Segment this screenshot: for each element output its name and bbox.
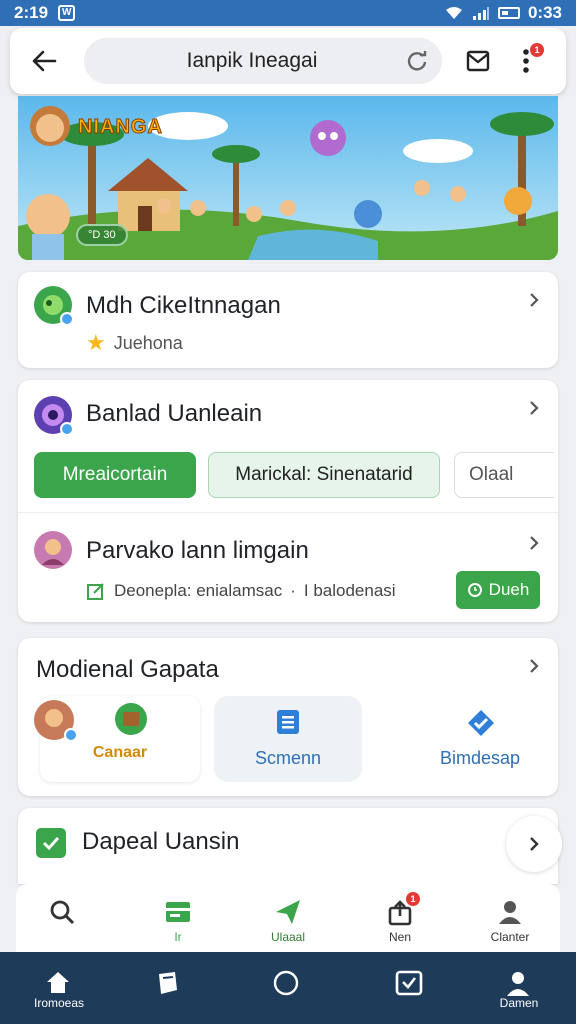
- profile-icon: [507, 972, 529, 996]
- chevron-right-icon: [530, 837, 539, 851]
- subrow-meta-right: I balodenasi: [303, 581, 396, 600]
- card-first-subtitle: Juehona: [113, 332, 183, 353]
- status-app-badge: W: [58, 5, 76, 21]
- nav-profile-label: Damen: [499, 996, 539, 1010]
- tab-clanter-label: Clanter: [490, 930, 530, 944]
- filter-button-tertiary[interactable]: Olaal: [454, 452, 554, 498]
- nav-inbox[interactable]: [354, 952, 464, 1024]
- hero-banner[interactable]: NIANGA °D 30: [18, 96, 558, 260]
- status-bar: 2:19 W 0:33: [0, 0, 576, 26]
- nav-circle[interactable]: [232, 952, 342, 1024]
- url-text: Ianpik Ineagai: [186, 49, 318, 72]
- browser-toolbar: Ianpik Ineagai 1: [10, 28, 566, 94]
- more-vert-icon: [523, 49, 529, 73]
- tab-clanter[interactable]: Clanter: [460, 884, 560, 952]
- shortcut-scmenn-label: Scmenn: [254, 748, 322, 768]
- battery-icon: [497, 7, 520, 19]
- nav-home-label: Iromoeas: [33, 996, 85, 1010]
- signal-icon: [472, 7, 489, 20]
- mini-badge-icon: [60, 312, 74, 326]
- plane-icon: [276, 900, 300, 924]
- inbox-icon: [395, 970, 423, 996]
- filter-button-secondary[interactable]: Marickal: Sinenatarid: [208, 452, 440, 498]
- tab-ir-label: Ir: [174, 930, 182, 944]
- tab-nen-badge: 1: [406, 892, 420, 906]
- status-time-right: 0:33: [527, 3, 562, 22]
- subrow-meta: Deonepla: enialamsac · I balodenasi: [86, 581, 396, 601]
- shortcut-scmenn[interactable]: Scmenn: [214, 696, 362, 782]
- check-diamond-icon: [468, 710, 494, 736]
- clock-icon: [467, 583, 482, 597]
- hero-chip[interactable]: °D 30: [76, 224, 128, 246]
- tabs-button[interactable]: [458, 41, 498, 81]
- card-second: Banlad Uanleain Mreaicortain Marickal: S…: [18, 380, 558, 622]
- hero-title: NIANGA: [78, 116, 163, 139]
- filter-button-primary[interactable]: Mreaicortain: [34, 452, 196, 498]
- subrow-title: Parvako lann limgain: [86, 537, 309, 564]
- chevron-right-icon[interactable]: [526, 400, 542, 416]
- search-icon: [50, 900, 75, 925]
- tab-nen[interactable]: 1 Nen: [350, 884, 450, 952]
- card-third: Modienal Gapata Canaar Scmenn Bimdesap: [18, 638, 558, 796]
- avatar: [34, 531, 72, 569]
- address-bar[interactable]: Ianpik Ineagai: [84, 38, 442, 84]
- card-second-title[interactable]: Banlad Uanleain: [86, 400, 262, 428]
- mini-badge-icon: [64, 728, 78, 742]
- bottom-tab-strip: Ir Ulaaal 1 Nen Clanter: [16, 884, 560, 952]
- filter-secondary-label: Marickal: Sinenatarid: [235, 464, 413, 485]
- card-fourth-title: Dapeal Uansin: [82, 828, 240, 855]
- subrow-meta-left: Deonepla: enialamsac: [114, 581, 283, 600]
- checkbox-icon: [36, 828, 66, 858]
- mini-badge-icon: [60, 422, 74, 436]
- shortcut-bimdesap[interactable]: Bimdesap: [410, 696, 550, 782]
- document-icon: [277, 710, 299, 734]
- nav-home[interactable]: Iromoeas: [4, 952, 114, 1024]
- tab-nen-label: Nen: [388, 930, 411, 944]
- mail-frame-icon: [466, 50, 490, 72]
- chevron-right-icon: [530, 536, 539, 550]
- tab-search[interactable]: [12, 884, 112, 952]
- due-button-label: Dueh: [488, 580, 530, 599]
- crate-icon: [115, 703, 147, 735]
- chevron-right-icon: [530, 293, 539, 307]
- orb-app-icon: [34, 396, 74, 436]
- wifi-icon: [445, 7, 462, 19]
- card-first-title: Mdh CikeItnnagan: [86, 292, 281, 319]
- chevron-right-icon[interactable]: [526, 658, 542, 674]
- reload-icon[interactable]: [406, 50, 428, 72]
- person-icon: [499, 901, 521, 924]
- card-second-subrow[interactable]: Parvako lann limgain Deonepla: enialamsa…: [18, 512, 558, 622]
- game-app-icon: [34, 286, 74, 326]
- overflow-menu-button[interactable]: 1: [506, 41, 546, 81]
- tab-ulaaal[interactable]: Ulaaal: [238, 884, 338, 952]
- arrow-left-icon: [32, 50, 57, 72]
- shortcut-canaar-label: Canaar: [92, 744, 148, 761]
- tab-ulaaal-label: Ulaaal: [270, 930, 306, 944]
- avatar: [34, 700, 78, 742]
- card-first-subtitle-row: ★ Juehona: [86, 330, 183, 356]
- card-icon: [166, 902, 190, 922]
- card-fourth-expand-button[interactable]: [506, 816, 562, 872]
- star-icon: ★: [86, 330, 106, 355]
- card-third-title[interactable]: Modienal Gapata: [36, 656, 219, 684]
- back-button[interactable]: [24, 41, 64, 81]
- shortcut-bimdesap-label: Bimdesap: [439, 748, 521, 768]
- status-time-left: 2:19: [14, 3, 49, 22]
- subrow-meta-separator: ·: [290, 581, 296, 600]
- home-icon: [47, 972, 69, 993]
- bookmark-icon: [159, 972, 177, 994]
- card-fourth[interactable]: Dapeal Uansin: [18, 808, 562, 884]
- nav-bookmarks[interactable]: [114, 952, 224, 1024]
- menu-notification-badge: 1: [530, 43, 544, 57]
- system-nav-bar: Iromoeas Damen: [0, 952, 576, 1024]
- due-button[interactable]: Dueh: [456, 571, 540, 609]
- edit-icon: [87, 583, 104, 600]
- nav-profile[interactable]: Damen: [464, 952, 574, 1024]
- card-first[interactable]: Mdh CikeItnnagan ★ Juehona: [18, 272, 558, 368]
- shortcut-canaar[interactable]: Canaar: [34, 696, 200, 782]
- tab-ir[interactable]: Ir: [128, 884, 228, 952]
- circle-icon: [273, 970, 299, 996]
